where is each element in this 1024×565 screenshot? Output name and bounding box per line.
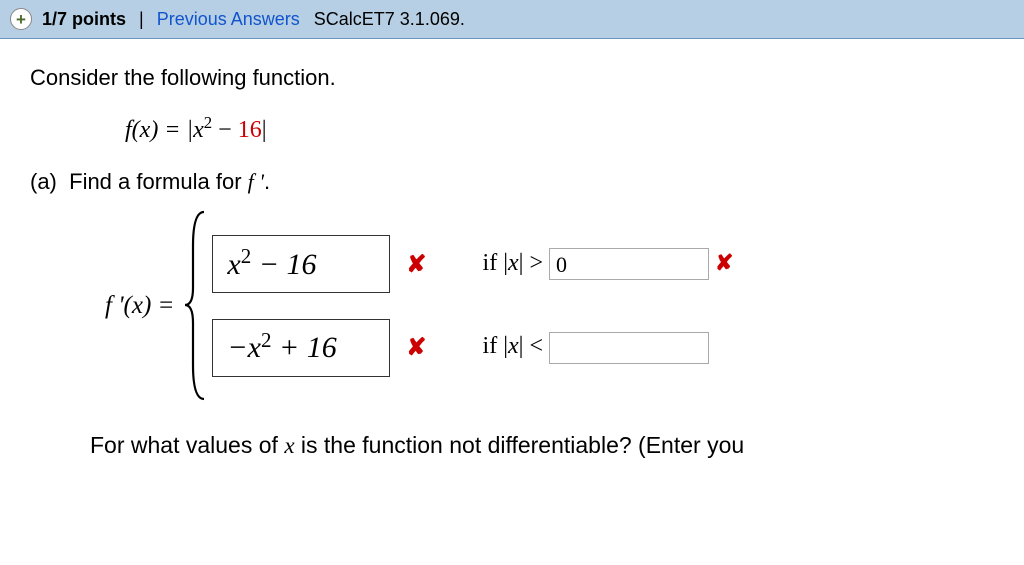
fx-close-bar: | xyxy=(262,117,267,143)
case1-condition: if |x| > 0✘ xyxy=(483,248,734,280)
bottom-q-prefix: For what values of xyxy=(90,432,284,458)
fx-constant: 16 xyxy=(238,117,262,143)
question-content: Consider the following function. f(x) = … xyxy=(0,39,1024,461)
question-header-bar: + 1/7 points | Previous Answers SCalcET7… xyxy=(0,0,1024,39)
if-var: x xyxy=(508,333,519,359)
case1-answer-math: x2 − 16 xyxy=(227,245,316,284)
fx-definition: f(x) = |x2 − 16| xyxy=(30,115,994,146)
fx-prefix: f(x) = |x xyxy=(125,117,204,143)
cases-column: x2 − 16 ✘ if |x| > 0✘ −x2 + 16 ✘ if |x| … xyxy=(212,208,733,403)
wrong-icon: ✘ xyxy=(406,249,426,280)
case2-answer-box[interactable]: −x2 + 16 xyxy=(212,319,390,377)
if-var: x xyxy=(508,250,519,276)
if-pre: if | xyxy=(483,250,508,276)
consider-text: Consider the following function. xyxy=(30,64,994,93)
points-text: 1/7 points xyxy=(38,9,130,30)
part-a-text: Find a formula for f '. xyxy=(69,169,270,194)
bottom-q-var: x xyxy=(284,433,294,458)
if-op: | < xyxy=(519,333,549,359)
case-row-1: x2 − 16 ✘ if |x| > 0✘ xyxy=(212,228,733,300)
book-reference-text: SCalcET7 3.1.069. xyxy=(310,9,469,30)
previous-answers-link[interactable]: Previous Answers xyxy=(153,9,304,30)
part-a-label: (a) xyxy=(30,169,57,194)
wrong-icon: ✘ xyxy=(715,250,733,275)
fprime-label: f '(x) = xyxy=(105,290,174,323)
plus-glyph: + xyxy=(16,11,26,28)
fx-minus: − xyxy=(212,117,238,143)
case1-answer-box[interactable]: x2 − 16 xyxy=(212,235,390,293)
brace-container: x2 − 16 ✘ if |x| > 0✘ −x2 + 16 ✘ if |x| … xyxy=(182,208,733,403)
case2-answer-math: −x2 + 16 xyxy=(227,328,336,367)
part-a-prompt: (a) Find a formula for f '. xyxy=(30,168,994,197)
divider-text: | xyxy=(136,9,147,30)
case1-condition-input[interactable]: 0 xyxy=(549,248,709,280)
case2-condition-input[interactable] xyxy=(549,332,709,364)
wrong-icon: ✘ xyxy=(406,332,426,363)
case2-condition: if |x| < xyxy=(483,331,709,363)
bottom-q-suffix: is the function not differentiable? (Ent… xyxy=(295,432,745,458)
piecewise-definition: f '(x) = x2 − 16 ✘ if |x| > 0✘ −x2 xyxy=(30,208,994,403)
case-row-2: −x2 + 16 ✘ if |x| < xyxy=(212,312,733,384)
left-brace-icon xyxy=(182,208,212,403)
differentiability-question: For what values of x is the function not… xyxy=(30,431,994,461)
if-pre: if | xyxy=(483,333,508,359)
if-op: | > xyxy=(519,250,549,276)
expand-icon[interactable]: + xyxy=(10,8,32,30)
